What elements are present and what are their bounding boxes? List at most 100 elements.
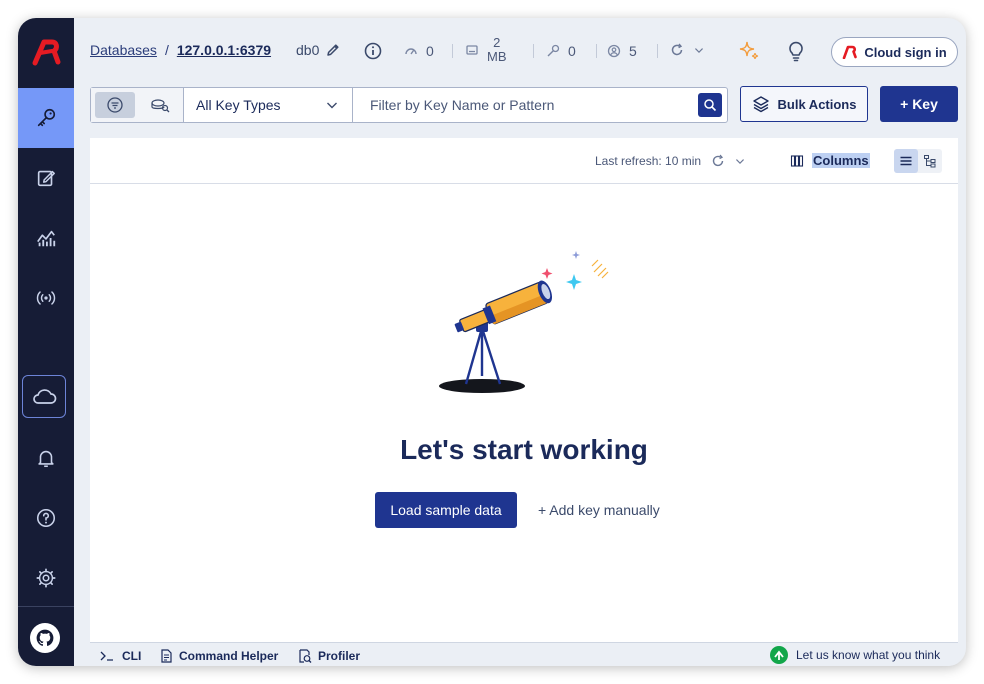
redis-logo[interactable] [18,32,74,72]
stat-divider [452,44,453,58]
key-list-header: Last refresh: 10 min Columns [90,138,958,184]
search-mode-toggle [91,88,184,122]
feedback-label: Let us know what you think [796,648,941,662]
info-icon[interactable] [364,42,382,60]
pencil-icon[interactable] [325,42,341,58]
cloud-signin-button[interactable]: Cloud sign in [831,37,958,67]
sidebar-item-settings[interactable] [18,548,74,608]
profiler-icon [299,649,312,663]
github-icon [36,629,54,646]
sidebar-item-browser[interactable] [18,88,74,148]
document-icon [161,649,172,663]
load-sample-data-button[interactable]: Load sample data [375,492,517,528]
add-key-manually-link[interactable]: + Add key manually [538,502,660,518]
list-view-button[interactable] [894,149,918,173]
chevron-down-icon[interactable] [735,156,745,166]
sidebar-item-notifications[interactable] [18,428,74,488]
bulb-icon[interactable] [786,40,806,62]
help-icon [36,508,56,528]
sparkle-icon[interactable] [738,40,760,62]
db-name: db0 [296,42,320,58]
tree-view-icon [924,155,936,168]
empty-state-title: Let's start working [400,434,648,465]
bulk-actions-label: Bulk Actions [777,96,857,112]
sidebar-item-pubsub[interactable] [18,268,74,328]
columns-label: Columns [812,153,870,168]
sidebar-item-analysis[interactable] [18,208,74,268]
refresh-icon[interactable] [670,43,684,57]
sidebar-divider [18,606,74,607]
load-sample-data-label: Load sample data [390,502,502,518]
stat-memory-value: 2 [493,35,501,50]
stat-clients: 5 [607,43,637,59]
stat-memory: 2 MB [465,36,507,64]
stat-memory-unit: MB [487,49,507,64]
profiler-button[interactable]: Profiler [298,649,360,663]
key-filter-bar: All Key Types [90,87,728,123]
db-selector: db0 [296,42,341,58]
search-mode-icon [151,99,170,113]
stat-clients-value: 5 [629,43,637,59]
breadcrumb: Databases / 127.0.0.1:6379 [90,42,271,58]
stat-keys: 0 [546,43,576,59]
stat-divider [657,44,658,58]
stat-cpu-value: 0 [426,43,434,59]
last-refresh: Last refresh: 10 min [595,154,745,168]
sidebar [18,18,74,666]
stat-divider [596,44,597,58]
key-type-value: All Key Types [196,97,281,113]
analysis-icon [37,230,56,247]
key-type-select[interactable]: All Key Types [184,88,353,122]
list-view-icon [900,156,912,166]
key-search-input[interactable] [354,88,697,122]
view-toggle [894,149,942,173]
layers-icon [752,96,769,113]
key-icon [37,108,56,127]
sidebar-item-workbench[interactable] [18,148,74,208]
search-icon [704,99,717,112]
stat-cpu: 0 [404,43,434,59]
cli-button[interactable]: CLI [100,649,141,663]
sidebar-item-help[interactable] [18,488,74,548]
feedback-link[interactable]: Let us know what you think [770,646,940,664]
cli-label: CLI [122,649,142,663]
github-link[interactable] [30,623,60,653]
cloud-icon [33,388,57,404]
telescope-illustration [439,251,609,393]
stat-keys-value: 0 [568,43,576,59]
columns-button[interactable]: Columns [790,153,870,168]
refresh-icon[interactable] [711,154,725,168]
chevron-down-icon [327,102,337,109]
feedback-icon [770,646,788,664]
breadcrumb-host-link[interactable]: 127.0.0.1:6379 [177,42,271,58]
breadcrumb-separator: / [164,42,169,58]
filter-icon [107,97,123,113]
profiler-label: Profiler [318,649,361,663]
key-icon [547,44,560,57]
bell-icon [38,450,54,468]
tree-view-button[interactable] [918,149,942,173]
auto-refresh-control[interactable] [670,43,704,57]
columns-icon [790,154,804,167]
bottom-bar: CLI Command Helper Profiler Let us know … [90,642,958,666]
sidebar-item-cloud[interactable] [22,375,66,418]
add-key-button[interactable]: + Key [880,86,958,122]
clients-icon [607,44,621,58]
search-button[interactable] [698,93,722,117]
stat-divider [533,44,534,58]
bulk-actions-button[interactable]: Bulk Actions [740,86,868,122]
app-window: Databases / 127.0.0.1:6379 db0 0 2 MB 0 [18,18,966,666]
filter-mode-button[interactable] [95,92,135,118]
chevron-down-icon[interactable] [694,45,704,55]
edit-icon [37,170,55,187]
command-helper-button[interactable]: Command Helper [160,649,278,663]
settings-icon [36,568,56,588]
breadcrumb-databases-link[interactable]: Databases [90,42,157,58]
last-refresh-text: Last refresh: 10 min [595,154,702,168]
key-list-panel: Last refresh: 10 min Columns Let's start… [90,138,958,642]
vector-search-mode-button[interactable] [141,92,179,118]
top-bar: Databases / 127.0.0.1:6379 db0 0 2 MB 0 [74,18,966,84]
terminal-icon [100,651,113,661]
cloud-signin-label: Cloud sign in [864,44,947,60]
gauge-icon [405,48,417,55]
